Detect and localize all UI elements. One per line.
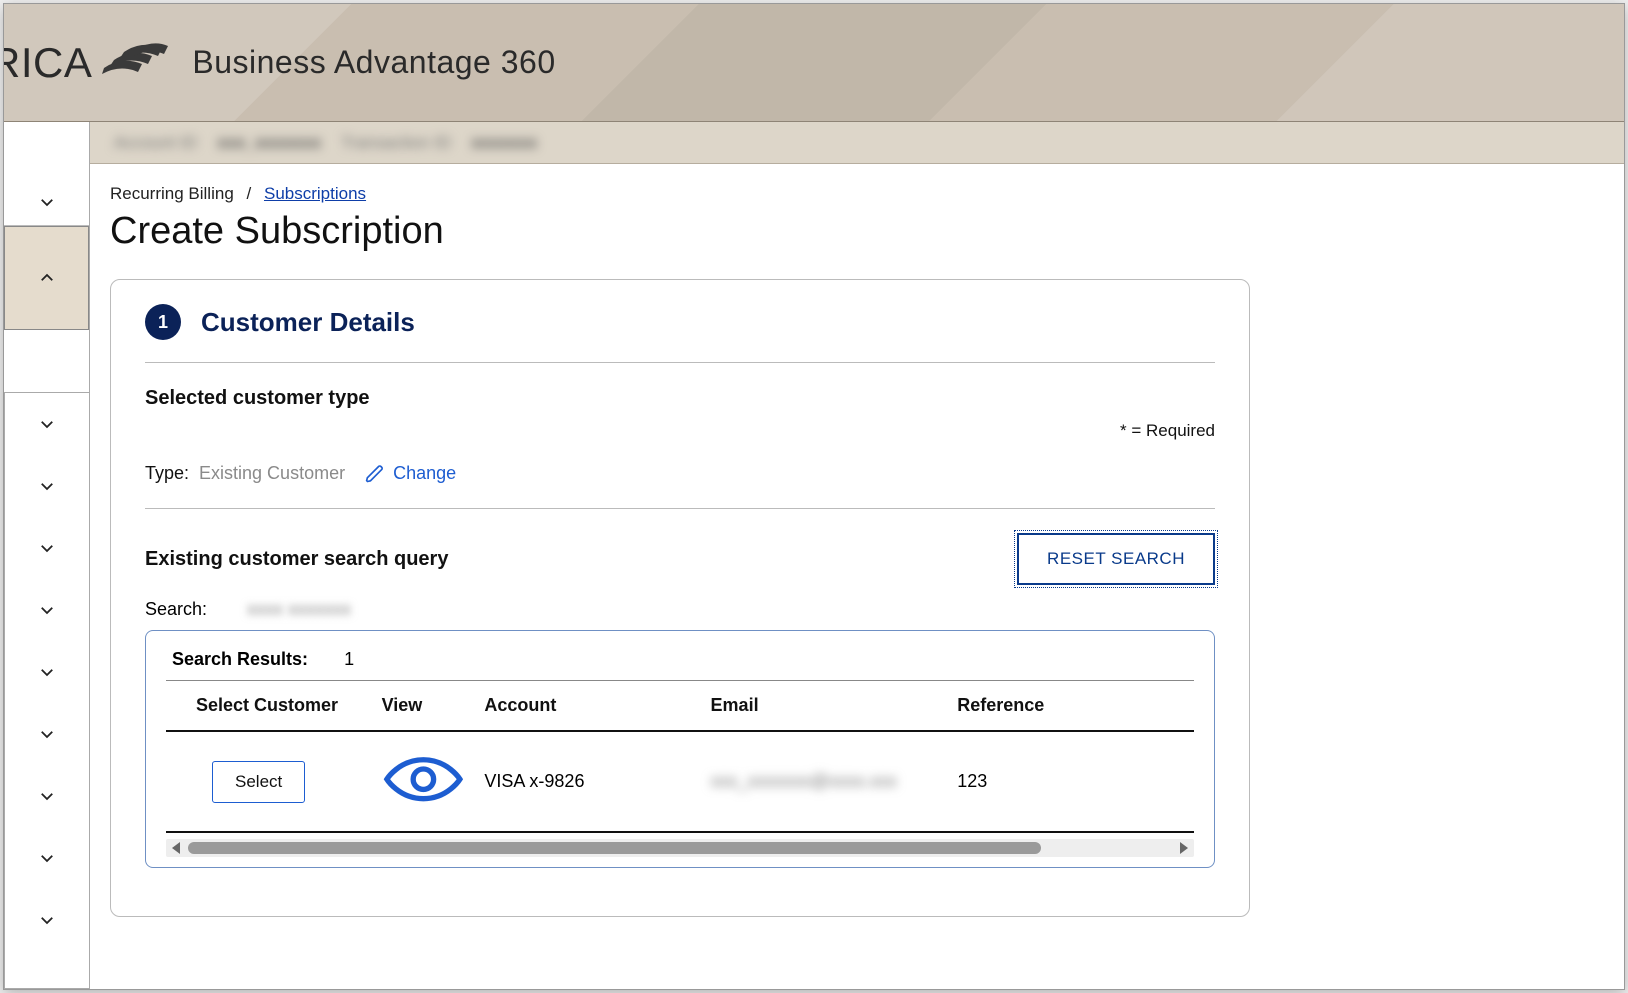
chevron-down-icon — [38, 911, 56, 929]
select-customer-button[interactable]: Select — [212, 761, 305, 803]
chevron-down-icon — [38, 415, 56, 433]
col-view: View — [372, 681, 475, 732]
scroll-thumb[interactable] — [188, 842, 1041, 854]
pencil-icon — [365, 464, 385, 484]
sidebar-item[interactable] — [5, 703, 89, 765]
chevron-down-icon — [38, 601, 56, 619]
scroll-left-icon — [172, 842, 180, 854]
chevron-down-icon — [38, 663, 56, 681]
sidebar-collapse-top[interactable] — [4, 122, 89, 226]
sidebar-item[interactable] — [5, 889, 89, 951]
search-results-table: Select Customer View Account Email Refer… — [166, 680, 1194, 833]
app-header: RICA Business Advantage 360 — [4, 4, 1624, 122]
chevron-down-icon — [38, 725, 56, 743]
customer-details-card: 1 Customer Details Selected customer typ… — [110, 279, 1250, 917]
cell-account: VISA x-9826 — [474, 731, 700, 832]
col-reference: Reference — [947, 681, 1194, 732]
sidebar-item[interactable] — [5, 455, 89, 517]
chevron-down-icon — [38, 193, 56, 211]
breadcrumb: Recurring Billing / Subscriptions — [110, 184, 1604, 204]
view-customer-button[interactable] — [382, 792, 465, 812]
table-row: Select — [166, 731, 1194, 832]
sidebar-item[interactable] — [5, 827, 89, 889]
chevron-down-icon — [38, 477, 56, 495]
account-meta-bar: Account ID xxx_xxxxxxx Transaction ID xx… — [90, 122, 1624, 164]
breadcrumb-root: Recurring Billing — [110, 184, 234, 203]
breadcrumb-link-subscriptions[interactable]: Subscriptions — [264, 184, 366, 203]
meta-value-1: xxx_xxxxxxx — [217, 133, 321, 153]
reset-search-button[interactable]: RESET SEARCH — [1017, 533, 1215, 585]
type-label: Type: — [145, 463, 189, 484]
col-select-customer: Select Customer — [166, 681, 372, 732]
change-type-link[interactable]: Change — [365, 463, 456, 484]
search-results-count: 1 — [344, 649, 354, 670]
step-title: Customer Details — [201, 307, 415, 338]
meta-value-2: xxxxxxx — [471, 133, 537, 153]
sidebar-item[interactable] — [5, 579, 89, 641]
meta-label-1: Account ID — [114, 133, 197, 153]
cell-email: xxx_xxxxxxx@xxxx.xxx — [711, 771, 897, 791]
horizontal-scrollbar[interactable] — [166, 839, 1194, 857]
chevron-down-icon — [38, 787, 56, 805]
product-name: Business Advantage 360 — [192, 44, 555, 81]
required-note: * = Required — [1120, 421, 1215, 441]
search-value: xxxx xxxxxxx — [247, 599, 351, 620]
sidebar-item[interactable] — [5, 517, 89, 579]
sidebar — [4, 122, 90, 989]
scroll-right-icon — [1180, 842, 1188, 854]
step-number-badge: 1 — [145, 304, 181, 340]
search-results-label: Search Results: — [172, 649, 308, 670]
chevron-up-icon — [38, 269, 56, 287]
cell-reference: 123 — [947, 731, 1194, 832]
page-title: Create Subscription — [110, 210, 1604, 253]
sidebar-item[interactable] — [5, 641, 89, 703]
bank-flag-icon — [102, 38, 170, 87]
chevron-down-icon — [38, 849, 56, 867]
brand-text-fragment: RICA — [4, 39, 92, 87]
type-value: Existing Customer — [199, 463, 345, 484]
sidebar-active-item[interactable] — [4, 226, 89, 330]
col-email: Email — [701, 681, 948, 732]
change-label: Change — [393, 463, 456, 484]
search-query-heading: Existing customer search query — [145, 548, 448, 571]
meta-label-2: Transaction ID — [341, 133, 451, 153]
search-label: Search: — [145, 599, 207, 620]
sidebar-item[interactable] — [5, 765, 89, 827]
sidebar-item[interactable] — [5, 393, 89, 455]
chevron-down-icon — [38, 539, 56, 557]
col-account: Account — [474, 681, 700, 732]
selected-customer-type-heading: Selected customer type — [145, 387, 370, 410]
search-results-box: Search Results: 1 Select Customer View A… — [145, 630, 1215, 868]
